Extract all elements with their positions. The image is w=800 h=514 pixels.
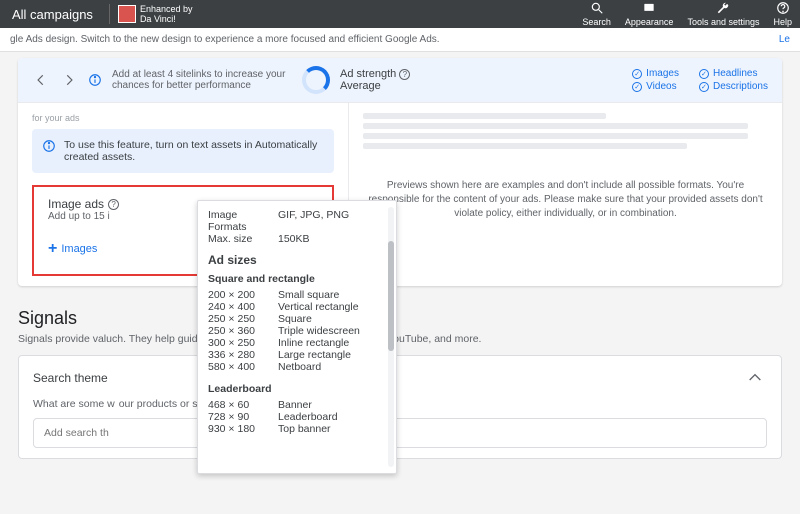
check-videos: ✓Videos bbox=[632, 81, 679, 92]
help-button[interactable]: Help bbox=[773, 1, 792, 27]
formats-value: GIF, JPG, PNG bbox=[278, 209, 386, 233]
info-icon bbox=[88, 73, 102, 87]
banner-text: gle Ads design. Switch to the new design… bbox=[10, 34, 440, 45]
search-themes-question: What are some wour products or services?… bbox=[33, 398, 767, 410]
plus-icon: + bbox=[48, 240, 57, 258]
help-icon[interactable]: ? bbox=[108, 199, 119, 210]
size-dim: 468 × 60 bbox=[208, 399, 278, 411]
top-bar: All campaigns Enhanced by Da Vinci! Sear… bbox=[0, 0, 800, 28]
adsizes-heading: Ad sizes bbox=[208, 253, 386, 267]
ad-sizes-tooltip: Image FormatsGIF, JPG, PNG Max. size150K… bbox=[197, 200, 397, 474]
size-dim: 300 × 250 bbox=[208, 337, 278, 349]
check-descriptions: ✓Descriptions bbox=[699, 81, 768, 92]
tooltip-scrollbar-thumb[interactable] bbox=[388, 241, 394, 351]
chevron-right-icon bbox=[62, 73, 76, 87]
signals-heading: Signals bbox=[18, 308, 782, 329]
image-ads-title: Image ads ? bbox=[48, 197, 119, 211]
preview-skeleton bbox=[363, 113, 768, 149]
check-images: ✓Images bbox=[632, 68, 679, 79]
page-title: All campaigns bbox=[12, 7, 93, 22]
tools-button[interactable]: Tools and settings bbox=[687, 1, 759, 27]
image-ads-subtitle: Add up to 15 i bbox=[48, 211, 119, 222]
size-name: Large rectangle bbox=[278, 349, 386, 361]
size-name: Top banner bbox=[278, 423, 386, 435]
maxsize-label: Max. size bbox=[208, 233, 278, 245]
check-headlines: ✓Headlines bbox=[699, 68, 768, 79]
enhanced-badge: Enhanced by Da Vinci! bbox=[109, 4, 193, 24]
chevron-left-icon bbox=[34, 73, 48, 87]
formats-label: Image Formats bbox=[208, 209, 278, 233]
ad-strength-label: Ad strength ? Average bbox=[340, 68, 410, 92]
search-themes-label: Search theme bbox=[33, 371, 108, 385]
size-dim: 240 × 400 bbox=[208, 301, 278, 313]
next-tip-button[interactable] bbox=[60, 71, 78, 89]
size-dim: 250 × 250 bbox=[208, 313, 278, 325]
appearance-icon bbox=[642, 1, 656, 15]
avatar bbox=[118, 5, 136, 23]
auto-assets-info: To use this feature, turn on text assets… bbox=[32, 129, 334, 173]
info-icon bbox=[42, 139, 56, 153]
new-design-banner: gle Ads design. Switch to the new design… bbox=[0, 28, 800, 52]
size-name: Triple widescreen bbox=[278, 325, 386, 337]
strength-tip: Add at least 4 sitelinks to increase you… bbox=[112, 69, 292, 91]
size-row: 300 × 250Inline rectangle bbox=[208, 337, 386, 349]
size-dim: 728 × 90 bbox=[208, 411, 278, 423]
size-name: Square bbox=[278, 313, 386, 325]
signals-subtitle: Signals provide valuch. They help guide … bbox=[18, 333, 782, 345]
size-name: Leaderboard bbox=[278, 411, 386, 423]
size-row: 336 × 280Large rectangle bbox=[208, 349, 386, 361]
size-dim: 580 × 400 bbox=[208, 361, 278, 373]
size-row: 580 × 400Netboard bbox=[208, 361, 386, 373]
auto-assets-text: To use this feature, turn on text assets… bbox=[64, 139, 324, 163]
size-dim: 200 × 200 bbox=[208, 289, 278, 301]
enhanced-line2: Da Vinci! bbox=[140, 14, 193, 24]
size-name: Small square bbox=[278, 289, 386, 301]
appearance-button[interactable]: Appearance bbox=[625, 1, 674, 27]
search-icon bbox=[590, 1, 604, 15]
ad-strength-row: Add at least 4 sitelinks to increase you… bbox=[18, 58, 782, 102]
search-themes-card: Search theme What are some wour products… bbox=[18, 355, 782, 459]
chevron-up-icon bbox=[747, 370, 763, 386]
size-dim: 930 × 180 bbox=[208, 423, 278, 435]
truncated-text: for your ads bbox=[32, 113, 334, 123]
size-row: 728 × 90Leaderboard bbox=[208, 411, 386, 423]
size-row: 200 × 200Small square bbox=[208, 289, 386, 301]
help-icon[interactable]: ? bbox=[399, 69, 410, 80]
maxsize-value: 150KB bbox=[278, 233, 386, 245]
ad-strength-donut bbox=[302, 66, 330, 94]
wrench-icon bbox=[716, 1, 730, 15]
search-themes-input[interactable] bbox=[33, 418, 767, 448]
enhanced-line1: Enhanced by bbox=[140, 4, 193, 14]
ad-editor-card: Add at least 4 sitelinks to increase you… bbox=[18, 58, 782, 286]
size-row: 930 × 180Top banner bbox=[208, 423, 386, 435]
size-name: Banner bbox=[278, 399, 386, 411]
size-name: Netboard bbox=[278, 361, 386, 373]
collapse-themes-button[interactable] bbox=[743, 366, 767, 390]
section-square: Square and rectangle bbox=[208, 273, 386, 285]
size-dim: 250 × 360 bbox=[208, 325, 278, 337]
preview-disclaimer: Previews shown here are examples and don… bbox=[363, 179, 768, 221]
size-row: 468 × 60Banner bbox=[208, 399, 386, 411]
signals-section: Signals Signals provide valuch. They hel… bbox=[18, 308, 782, 459]
size-name: Vertical rectangle bbox=[278, 301, 386, 313]
size-row: 240 × 400Vertical rectangle bbox=[208, 301, 386, 313]
banner-link[interactable]: Le bbox=[779, 34, 790, 45]
size-row: 250 × 250Square bbox=[208, 313, 386, 325]
search-button[interactable]: Search bbox=[582, 1, 611, 27]
strength-checks: ✓Images ✓Headlines ✓Videos ✓Descriptions bbox=[632, 68, 768, 92]
section-leaderboard: Leaderboard bbox=[208, 383, 386, 395]
size-dim: 336 × 280 bbox=[208, 349, 278, 361]
size-name: Inline rectangle bbox=[278, 337, 386, 349]
size-row: 250 × 360Triple widescreen bbox=[208, 325, 386, 337]
help-icon bbox=[776, 1, 790, 15]
prev-tip-button[interactable] bbox=[32, 71, 50, 89]
